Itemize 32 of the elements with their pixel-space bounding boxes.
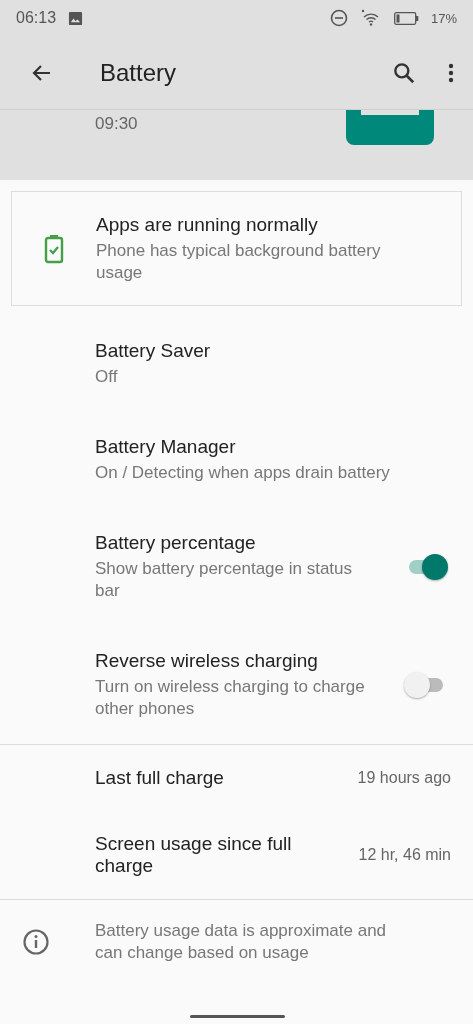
do-not-disturb-icon — [329, 9, 348, 27]
setting-title: Battery percentage — [95, 532, 257, 554]
footer-note: Battery usage data is approximate and can change based on usage — [95, 920, 388, 964]
setting-title: Reverse wireless charging — [95, 650, 319, 672]
image-icon — [68, 10, 84, 26]
status-subtitle: Phone has typical background battery usage — [96, 239, 382, 284]
stat-row[interactable]: Last full charge 19 hours ago — [0, 745, 473, 811]
battery-percent: 17% — [430, 10, 457, 26]
setting-row[interactable]: Reverse wireless charging Turn on wireless charging to charge other phones — [0, 626, 473, 744]
stat-value: 12 hr, 46 min — [358, 846, 451, 864]
setting-title: Battery Saver — [95, 340, 212, 362]
setting-subtitle: On / Detecting when apps drain battery — [95, 462, 391, 484]
stat-label: Last full charge — [95, 767, 225, 789]
setting-row[interactable]: Battery Manager On / Detecting when apps drain battery — [0, 412, 473, 508]
stat-label: Screen usage since full charge — [95, 833, 293, 877]
stat-row[interactable]: Screen usage since full charge 12 hr, 46 min — [0, 811, 473, 899]
navigation-handle[interactable] — [190, 1015, 285, 1018]
header-time: 09:30 — [95, 114, 138, 133]
stat-value: 19 hours ago — [357, 769, 451, 787]
page-title: Battery — [100, 58, 178, 87]
status-time: 06:13 — [16, 9, 57, 27]
setting-subtitle: Turn on wireless charging to charge other phones — [95, 676, 366, 720]
setting-row[interactable]: Battery Saver Off — [0, 316, 473, 412]
setting-title: Battery Manager — [95, 436, 237, 458]
setting-row[interactable]: Battery percentage Show battery percentage in status bar — [0, 508, 473, 626]
setting-subtitle: Show battery percentage in status bar — [95, 558, 354, 602]
status-card[interactable]: Apps are running normally Phone has typical background battery usage — [11, 191, 462, 306]
setting-subtitle: Off — [95, 366, 119, 388]
battery-icon — [393, 11, 419, 25]
status-title: Apps are running normally — [96, 213, 319, 236]
info-icon — [22, 928, 50, 956]
battery-check-icon — [44, 233, 64, 264]
